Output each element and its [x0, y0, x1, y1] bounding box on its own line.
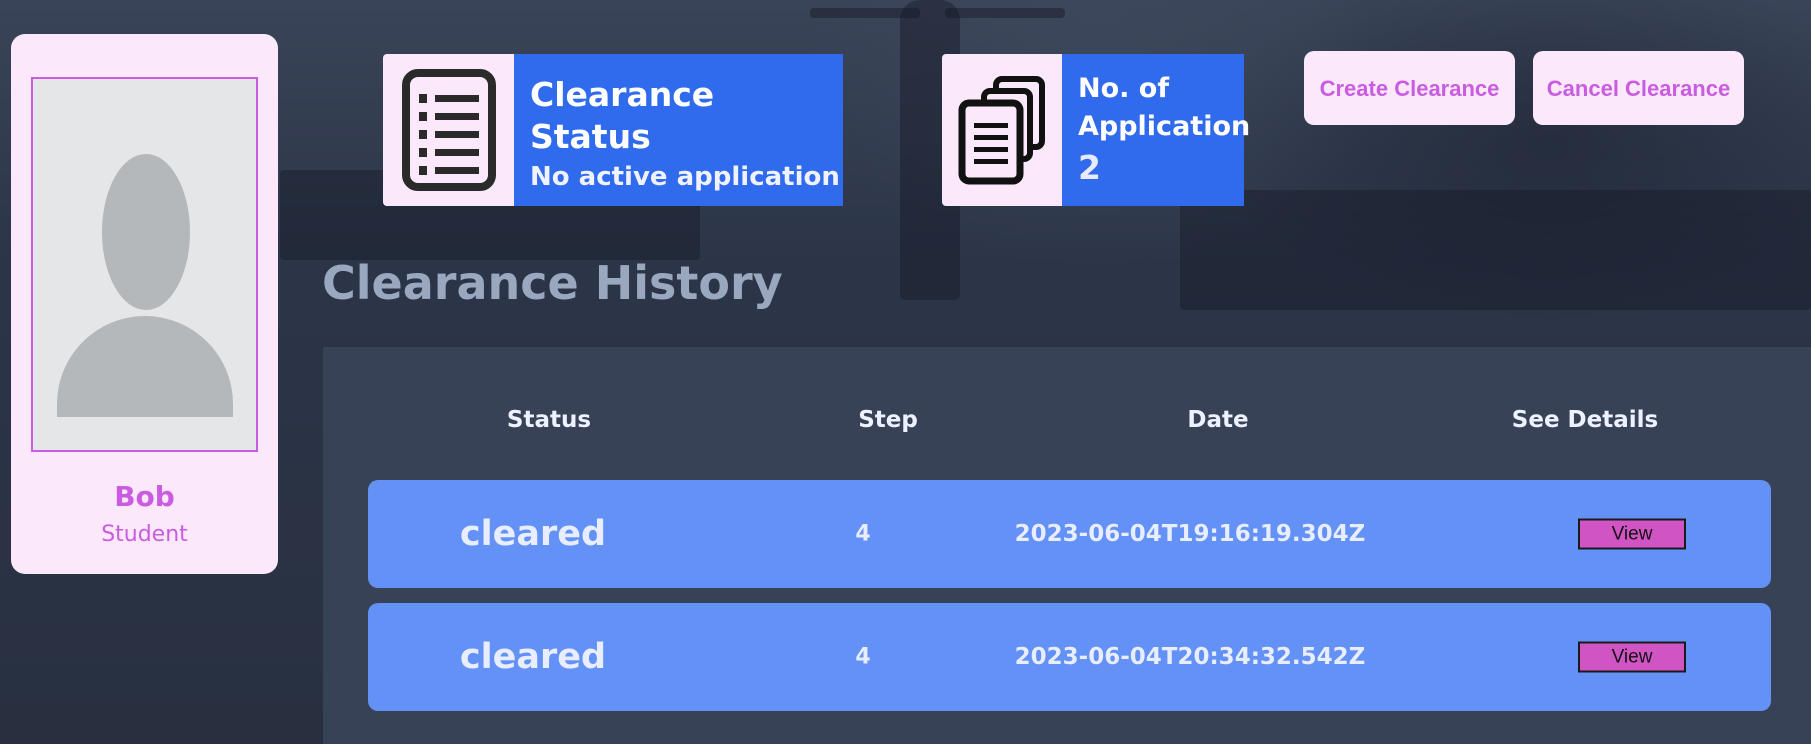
application-count-title: No. of Application [1078, 73, 1251, 142]
row-status: cleared [459, 514, 607, 554]
background-statue-arm [810, 8, 920, 18]
create-clearance-button[interactable]: Create Clearance [1304, 51, 1515, 125]
column-header-status: Status [506, 407, 592, 433]
row-date: 2023-06-04T20:34:32.542Z [1014, 644, 1366, 670]
view-button[interactable]: View [1578, 641, 1686, 673]
profile-role: Student [101, 522, 188, 547]
clearance-status-card: Clearance Status No active application [383, 54, 843, 206]
column-header-date: Date [1187, 407, 1249, 433]
application-count-value: 2 [1078, 148, 1101, 187]
background-building [1180, 190, 1811, 310]
table-row: cleared 4 2023-06-04T20:34:32.542Z View [368, 603, 1771, 711]
avatar-placeholder-base [33, 417, 256, 450]
clearance-history-table: Status Step Date See Details cleared 4 2… [323, 347, 1811, 744]
list-icon [383, 54, 514, 206]
application-count-text: No. of Application 2 [1062, 54, 1251, 206]
row-date: 2023-06-04T19:16:19.304Z [1014, 521, 1366, 547]
page-title: Clearance History [322, 256, 783, 310]
row-status: cleared [459, 637, 607, 677]
profile-name: Bob [114, 480, 175, 513]
clearance-status-value: No active application [530, 162, 840, 192]
clearance-status-text: Clearance Status No active application [514, 54, 843, 206]
cancel-clearance-button[interactable]: Cancel Clearance [1533, 51, 1744, 125]
row-step: 4 [855, 521, 871, 547]
row-step: 4 [855, 644, 871, 670]
clearance-status-title: Clearance Status [530, 75, 715, 156]
view-button[interactable]: View [1578, 518, 1686, 550]
column-header-step: Step [858, 407, 918, 433]
column-header-see-details: See Details [1511, 407, 1659, 433]
avatar [31, 77, 258, 452]
profile-card: Bob Student [11, 34, 278, 574]
table-row: cleared 4 2023-06-04T19:16:19.304Z View [368, 480, 1771, 588]
background-statue-arm [945, 8, 1065, 18]
application-count-card: No. of Application 2 [942, 54, 1251, 206]
documents-icon [942, 54, 1062, 206]
avatar-placeholder-head [102, 154, 190, 310]
